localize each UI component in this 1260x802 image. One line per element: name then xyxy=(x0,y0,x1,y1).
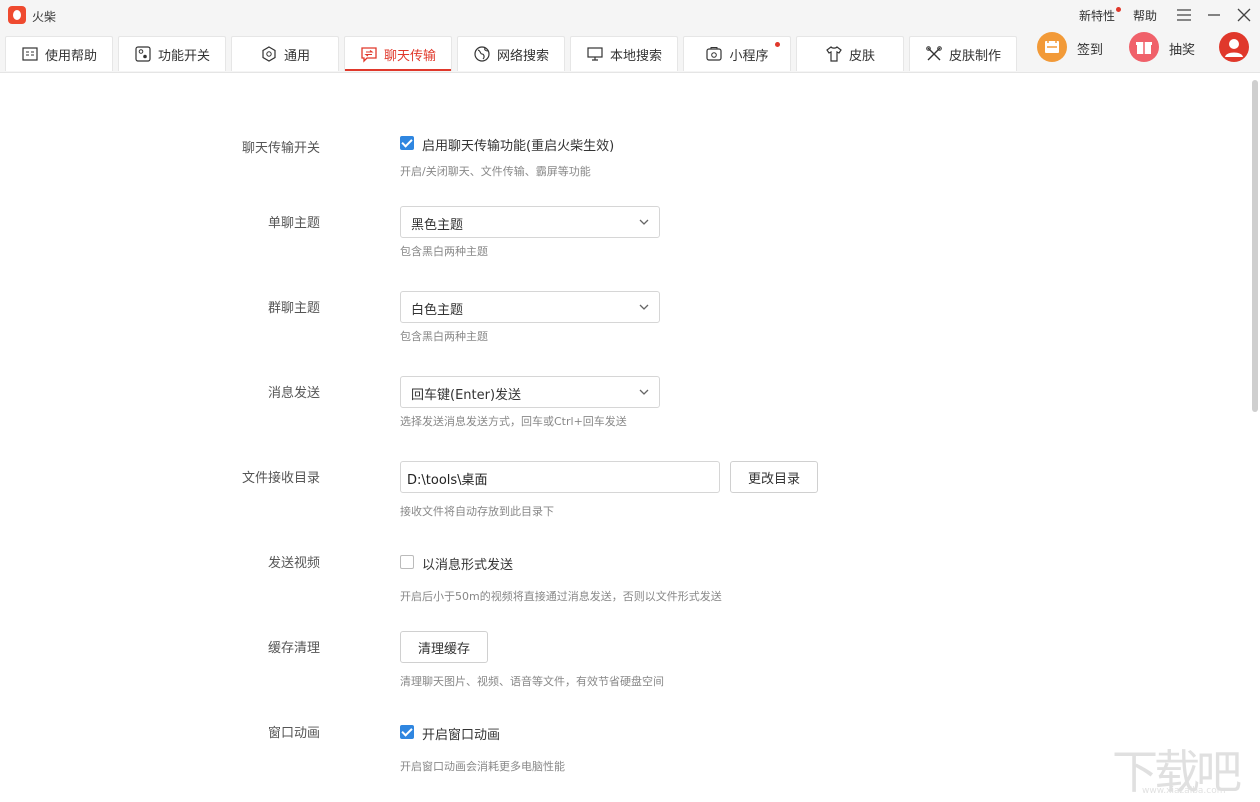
chevron-down-icon xyxy=(639,389,649,395)
close-icon[interactable] xyxy=(1233,4,1255,26)
tools-icon xyxy=(925,45,943,63)
tab-bar: 使用帮助 功能开关 通用 聊天传输 网络搜索 本地搜索 小程序 皮肤 皮肤制作 … xyxy=(0,32,1260,73)
tab-label: 小程序 xyxy=(729,48,769,64)
tab-mini-program[interactable]: 小程序 xyxy=(683,36,791,71)
app-logo-icon xyxy=(8,6,26,24)
new-features-badge xyxy=(1116,7,1121,12)
send-msg-hint: 选择发送消息发送方式，回车或Ctrl+回车发送 xyxy=(400,415,627,428)
chat-switch-label: 聊天传输开关 xyxy=(241,141,320,156)
window-anim-checkbox[interactable] xyxy=(400,725,414,739)
help-link[interactable]: 帮助 xyxy=(1133,7,1157,24)
single-theme-label: 单聊主题 xyxy=(267,216,320,231)
tab-feature-switch[interactable]: 功能开关 xyxy=(118,36,226,71)
chat-switch-checkbox-label[interactable]: 启用聊天传输功能(重启火柴生效) xyxy=(422,135,614,154)
send-msg-select[interactable]: 回车键(Enter)发送 xyxy=(400,376,660,408)
tab-skin[interactable]: 皮肤 xyxy=(796,36,904,71)
cache-clean-label: 缓存清理 xyxy=(267,641,320,656)
tab-label: 网络搜索 xyxy=(496,48,549,64)
chevron-down-icon xyxy=(639,219,649,225)
hexagon-settings-icon xyxy=(260,45,278,63)
send-video-hint: 开启后小于50m的视频将直接通过消息发送，否则以文件形式发送 xyxy=(400,590,722,603)
menu-icon[interactable] xyxy=(1173,4,1195,26)
send-video-checkbox[interactable] xyxy=(400,555,414,569)
mini-program-icon xyxy=(705,45,723,63)
send-video-checkbox-label[interactable]: 以消息形式发送 xyxy=(422,554,513,573)
watermark-url: www.xiazaiba.com xyxy=(1142,786,1226,796)
chat-switch-checkbox[interactable] xyxy=(400,136,414,150)
title-bar: 火柴 新特性 帮助 xyxy=(0,0,1260,32)
user-avatar-icon[interactable] xyxy=(1219,32,1249,62)
change-dir-button[interactable]: 更改目录 xyxy=(730,461,818,493)
tshirt-icon xyxy=(825,45,843,63)
toggle-icon xyxy=(134,45,152,63)
tab-label: 功能开关 xyxy=(157,48,210,64)
single-theme-hint: 包含黑白两种主题 xyxy=(400,245,488,258)
watermark: 下载吧 www.xiazaiba.com xyxy=(1112,736,1252,799)
app-title: 火柴 xyxy=(32,10,57,24)
group-theme-label: 群聊主题 xyxy=(267,301,320,316)
minimize-icon[interactable] xyxy=(1203,4,1225,26)
send-video-label: 发送视频 xyxy=(267,556,320,571)
single-theme-select[interactable]: 黑色主题 xyxy=(400,206,660,238)
select-value: 回车键(Enter)发送 xyxy=(411,388,522,403)
monitor-icon xyxy=(586,45,604,63)
tab-local-search[interactable]: 本地搜索 xyxy=(570,36,678,71)
chat-transfer-icon xyxy=(360,45,378,63)
group-theme-hint: 包含黑白两种主题 xyxy=(400,330,488,343)
input-value: D:\tools\桌面 xyxy=(407,473,488,488)
lottery-label[interactable]: 抽奖 xyxy=(1169,39,1195,58)
tab-label: 聊天传输 xyxy=(383,48,436,64)
tab-skin-maker[interactable]: 皮肤制作 xyxy=(909,36,1017,71)
window-anim-checkbox-label[interactable]: 开启窗口动画 xyxy=(422,724,500,743)
tab-label: 使用帮助 xyxy=(44,48,97,64)
tab-label: 皮肤制作 xyxy=(948,48,1001,64)
window-anim-label: 窗口动画 xyxy=(267,726,320,741)
window-anim-hint: 开启窗口动画会消耗更多电脑性能 xyxy=(400,760,565,773)
gift-icon[interactable] xyxy=(1129,32,1159,62)
signin-label[interactable]: 签到 xyxy=(1077,39,1103,58)
mini-program-badge xyxy=(775,42,780,47)
globe-icon xyxy=(473,45,491,63)
group-theme-select[interactable]: 白色主题 xyxy=(400,291,660,323)
tab-label: 通用 xyxy=(283,48,310,64)
select-value: 白色主题 xyxy=(411,303,464,318)
tab-general[interactable]: 通用 xyxy=(231,36,339,71)
tab-help[interactable]: 使用帮助 xyxy=(5,36,113,71)
clean-cache-button[interactable]: 清理缓存 xyxy=(400,631,488,663)
tab-label: 皮肤 xyxy=(848,48,875,64)
chat-switch-hint: 开启/关闭聊天、文件传输、霸屏等功能 xyxy=(400,165,591,178)
vertical-scrollbar[interactable] xyxy=(1252,80,1258,412)
select-value: 黑色主题 xyxy=(411,218,464,233)
cache-clean-hint: 清理聊天图片、视频、语音等文件，有效节省硬盘空间 xyxy=(400,675,664,688)
recv-dir-hint: 接收文件将自动存放到此目录下 xyxy=(400,505,554,518)
recv-dir-label: 文件接收目录 xyxy=(241,471,320,486)
tab-chat-transfer[interactable]: 聊天传输 xyxy=(344,36,452,71)
chevron-down-icon xyxy=(639,304,649,310)
help-doc-icon xyxy=(21,45,39,63)
recv-dir-input[interactable]: D:\tools\桌面 xyxy=(400,461,720,493)
signin-icon[interactable] xyxy=(1037,32,1067,62)
tab-label: 本地搜索 xyxy=(609,48,662,64)
new-features-link[interactable]: 新特性 xyxy=(1079,7,1115,24)
tab-web-search[interactable]: 网络搜索 xyxy=(457,36,565,71)
send-msg-label: 消息发送 xyxy=(267,386,320,401)
